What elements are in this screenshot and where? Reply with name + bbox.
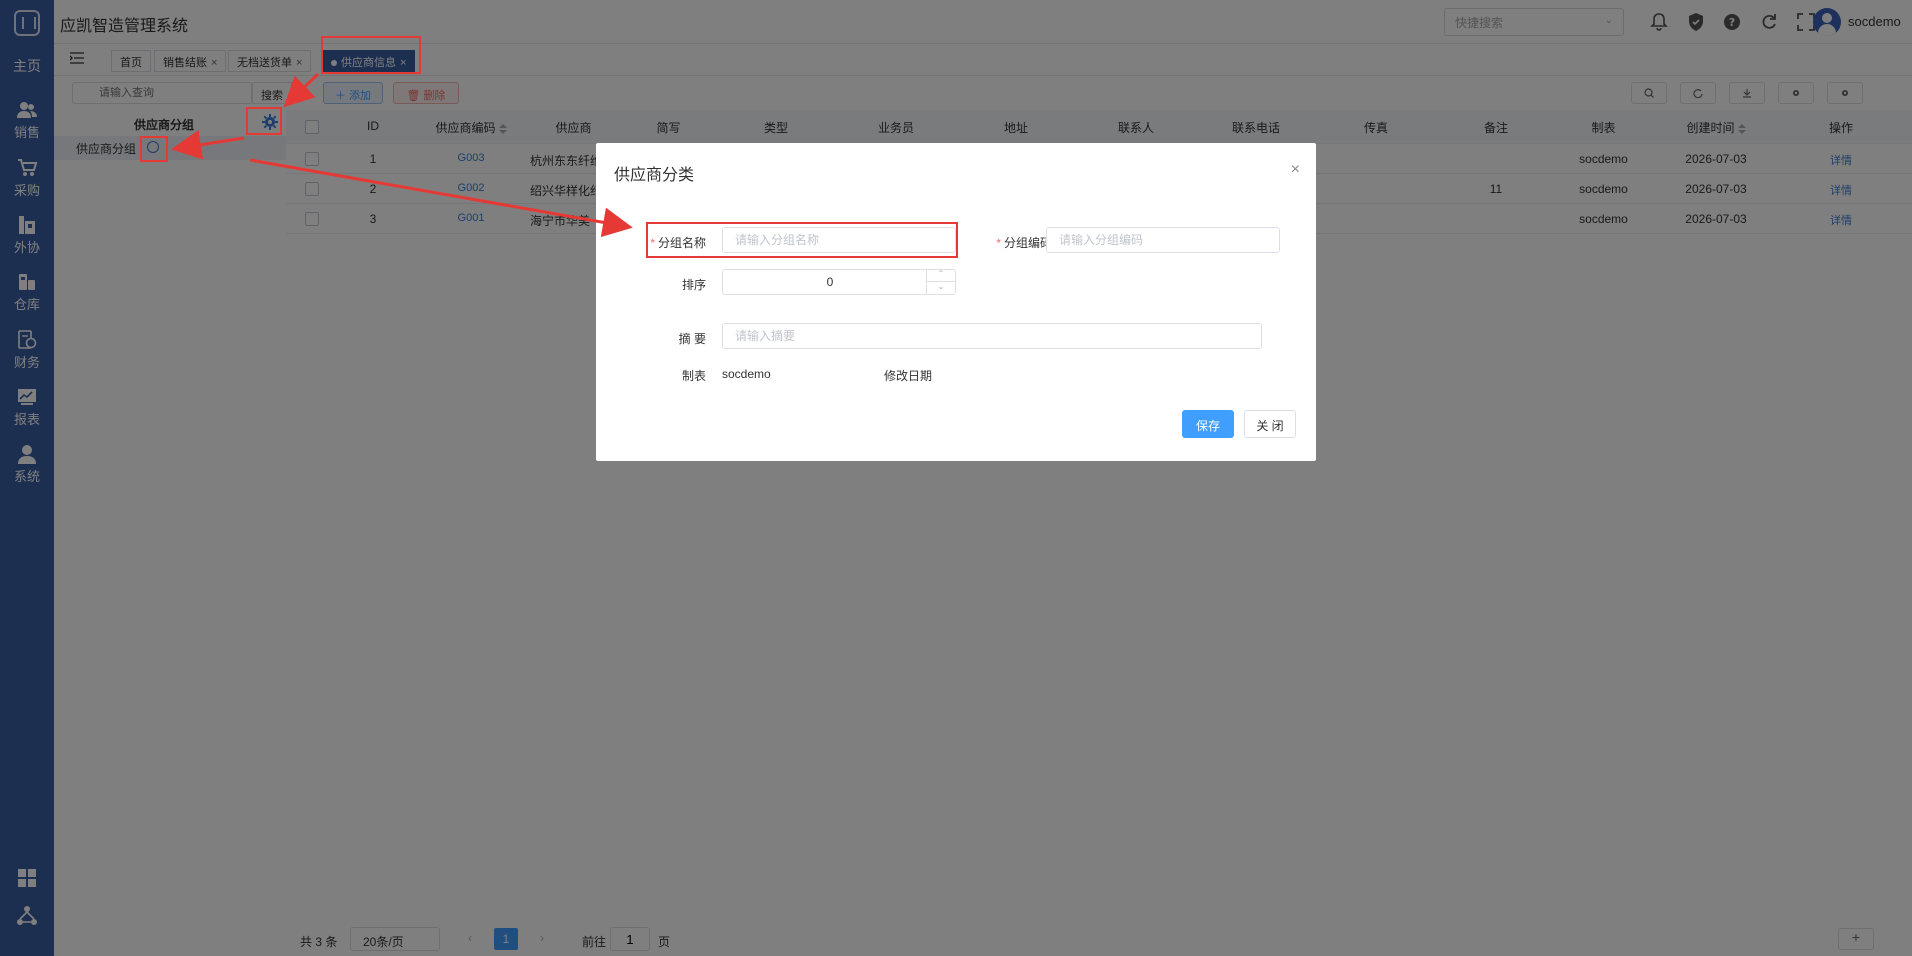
chevron-up-icon[interactable]: ⌃ (927, 269, 955, 282)
dialog-title: 供应商分类 (614, 167, 695, 184)
sort-label: 排序 (681, 278, 706, 292)
modified-date-label: 修改日期 (884, 369, 933, 383)
required-mark: * (996, 236, 1001, 250)
annotation-box-edit (140, 136, 168, 162)
annotation-box-tab (321, 36, 421, 74)
annotation-box-gear (246, 107, 282, 135)
supplier-category-dialog: 供应商分类 × *分组名称 *分组编码 排序 ⌃ ⌄ 摘 要 制表 socdem… (596, 143, 1316, 461)
sort-input[interactable] (722, 269, 956, 295)
group-code-label-text: 分组编码 (1003, 236, 1052, 250)
creator-label: 制表 (681, 369, 706, 383)
group-code-input[interactable] (1046, 227, 1280, 253)
save-button[interactable]: 保存 (1182, 410, 1234, 438)
close-icon[interactable]: × (1291, 161, 1300, 179)
annotation-box-group-name (646, 222, 958, 258)
creator-value: socdemo (722, 367, 771, 381)
close-button[interactable]: 关 闭 (1244, 410, 1296, 438)
summary-label: 摘 要 (678, 332, 706, 346)
sort-stepper[interactable]: ⌃ ⌄ (926, 269, 955, 295)
group-code-label: * 分组编码 (982, 234, 1052, 251)
chevron-down-icon[interactable]: ⌄ (927, 282, 955, 295)
summary-input[interactable] (722, 323, 1262, 349)
